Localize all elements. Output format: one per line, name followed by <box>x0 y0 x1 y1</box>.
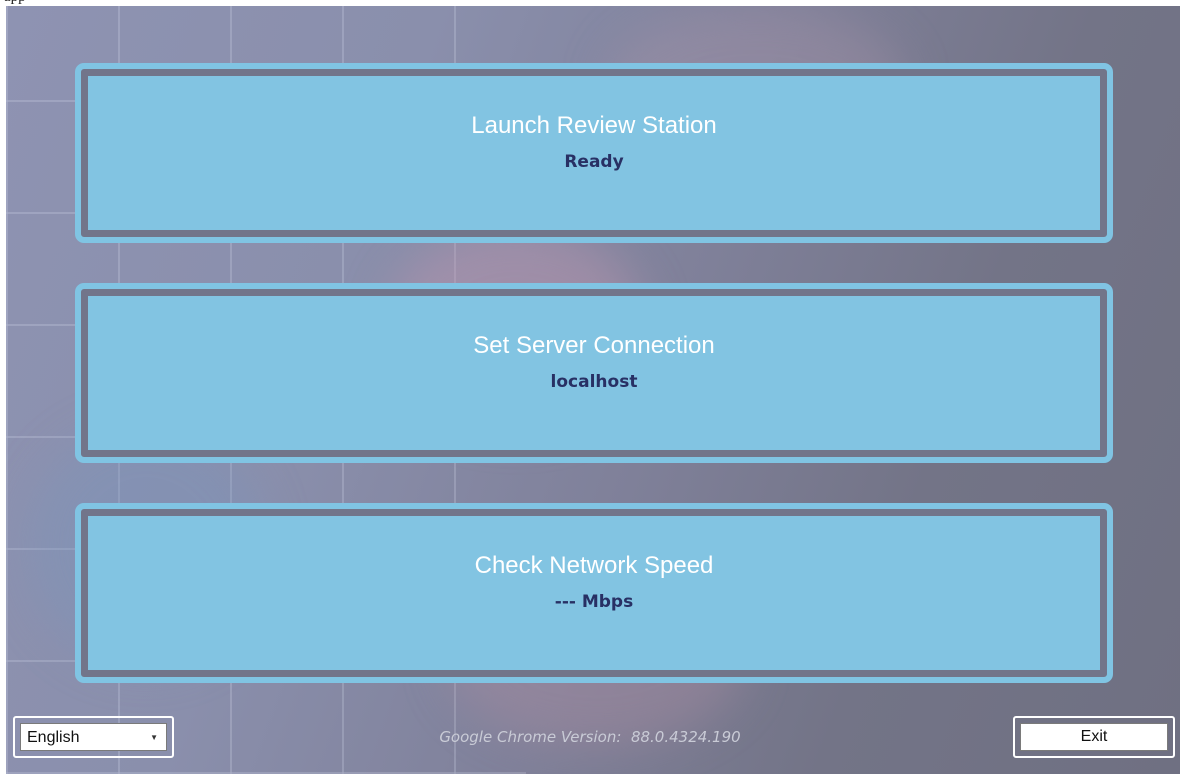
browser-version-text: Google Chrome Version: 88.0.4324.190 <box>439 728 741 746</box>
set-server-connection-button[interactable]: Set Server Connection localhost <box>75 283 1113 463</box>
check-network-speed-button[interactable]: Check Network Speed --- Mbps <box>75 503 1113 683</box>
card-title: Check Network Speed <box>474 552 714 579</box>
exit-button-frame: Exit <box>1013 716 1175 758</box>
card-title: Set Server Connection <box>473 332 715 359</box>
launch-review-station-panel: Launch Review Station Ready <box>88 76 1100 230</box>
check-network-speed-panel: Check Network Speed --- Mbps <box>88 516 1100 670</box>
status-text: Ready <box>564 152 624 172</box>
language-select-frame: English ▼ <box>13 716 174 758</box>
server-address-text: localhost <box>550 372 638 392</box>
language-select[interactable]: English ▼ <box>20 723 167 751</box>
set-server-connection-panel: Set Server Connection localhost <box>88 296 1100 450</box>
launch-review-station-button[interactable]: Launch Review Station Ready <box>75 63 1113 243</box>
chevron-down-icon: ▼ <box>150 733 158 742</box>
card-title: Launch Review Station <box>471 112 717 139</box>
network-speed-text: --- Mbps <box>554 592 634 612</box>
language-select-value: English <box>27 729 80 746</box>
exit-button[interactable]: Exit <box>1020 723 1168 751</box>
